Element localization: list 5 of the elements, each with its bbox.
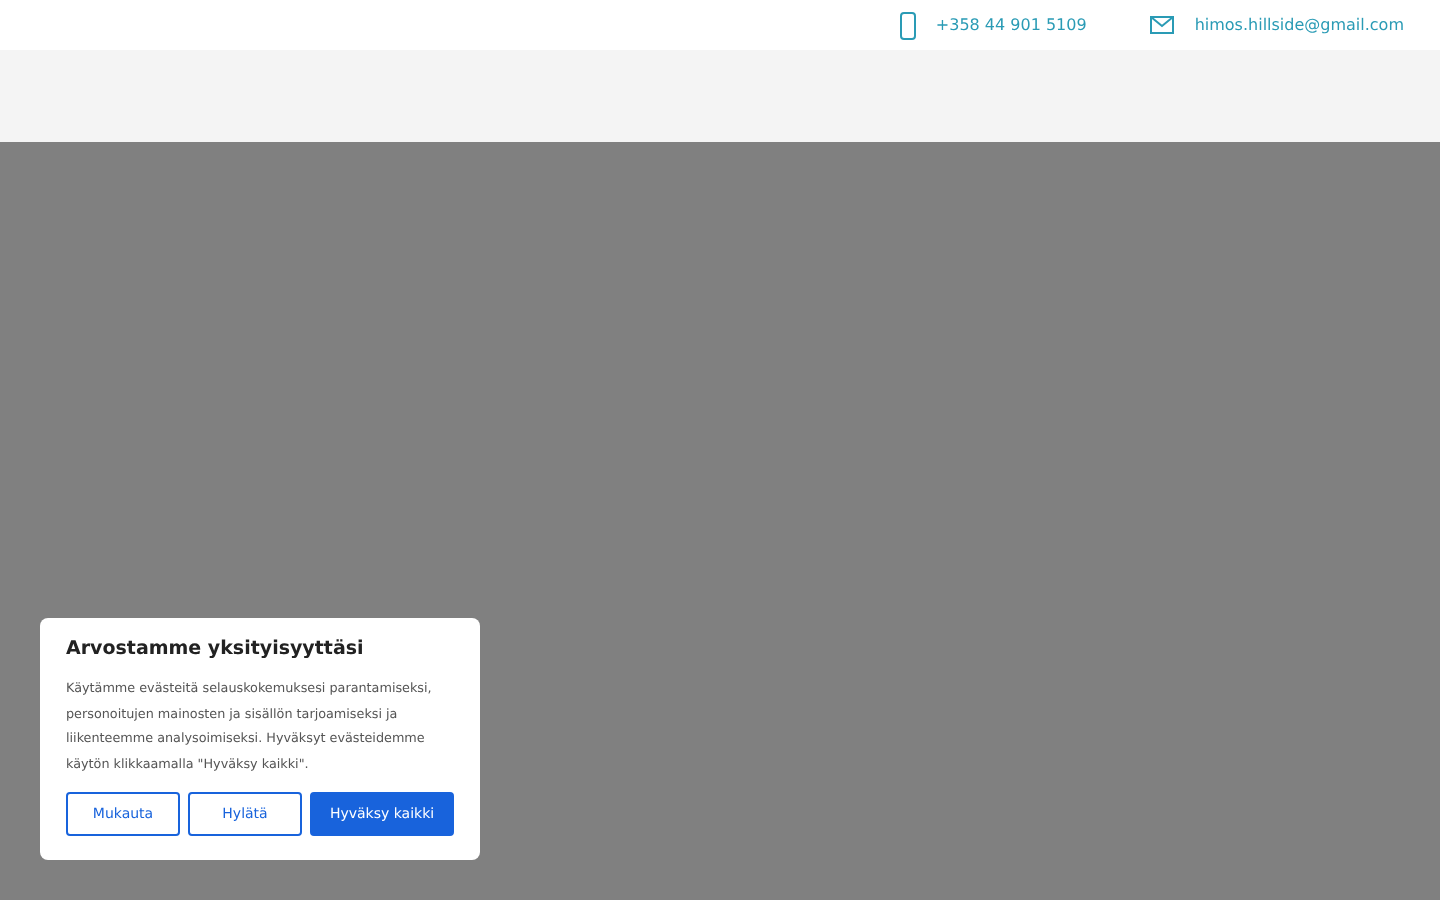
envelope-icon [1150,16,1175,34]
dialog-title: Arvostamme yksityisyyttäsi [66,638,366,660]
email-address[interactable]: himos.hillside@gmail.com [1194,16,1404,34]
phone-number[interactable]: +358 44 901 5109 [935,16,1087,34]
phone-icon [899,11,916,39]
